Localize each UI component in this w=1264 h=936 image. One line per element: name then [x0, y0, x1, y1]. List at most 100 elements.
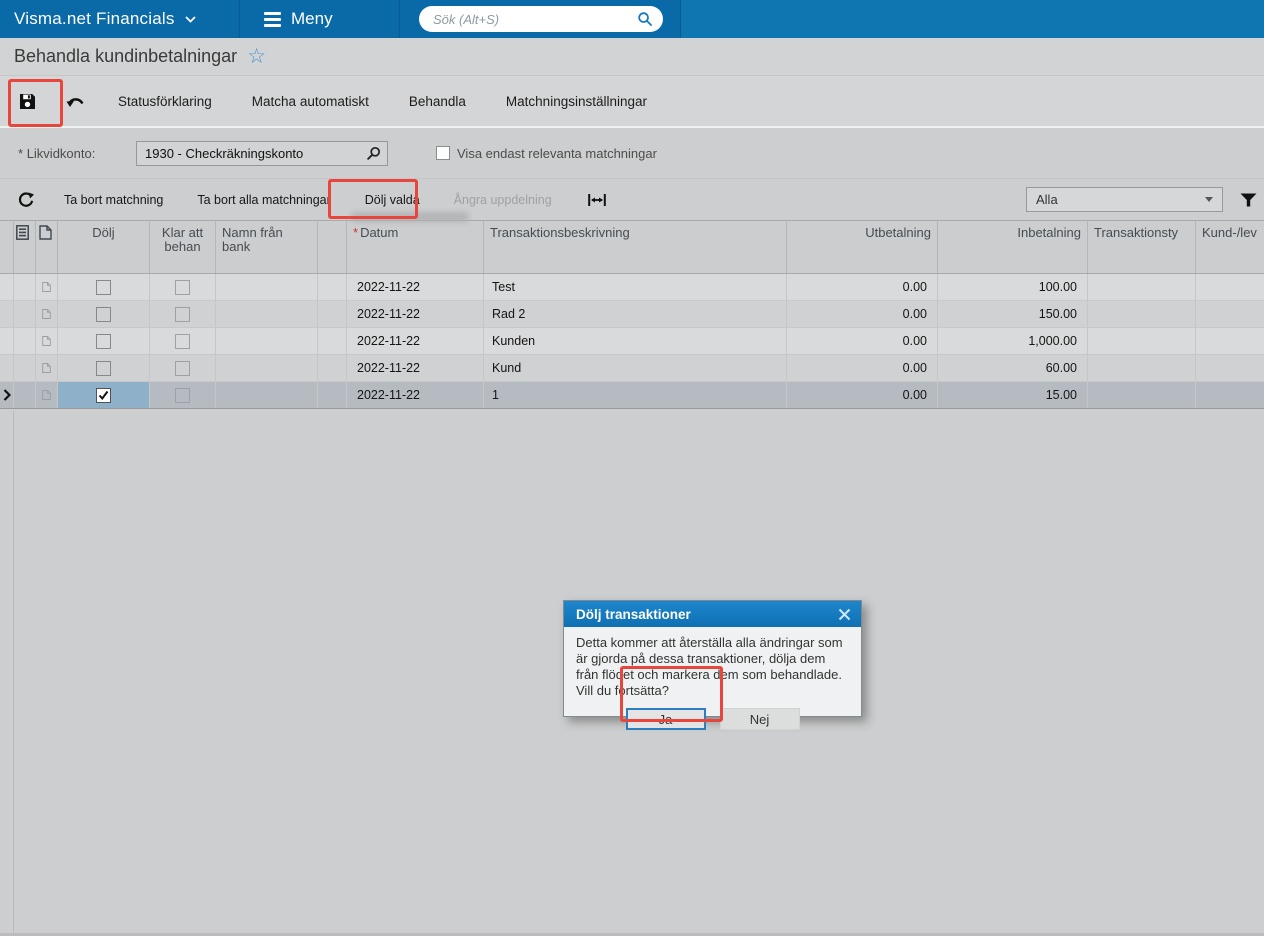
kundlev-cell[interactable] — [1196, 274, 1264, 300]
utbetalning-cell[interactable]: 0.00 — [787, 328, 938, 354]
favorite-star-icon[interactable]: ☆ — [247, 46, 266, 67]
view-filter-select[interactable]: Alla — [1026, 187, 1223, 212]
utbetalning-cell[interactable]: 0.00 — [787, 382, 938, 408]
namn-fran-bank-cell[interactable] — [216, 328, 318, 354]
klar-checkbox-cell[interactable] — [150, 382, 216, 408]
dolj-checkbox-cell[interactable] — [58, 382, 150, 408]
namn-fran-bank-cell[interactable] — [216, 382, 318, 408]
transaktionstyp-cell[interactable] — [1088, 355, 1196, 381]
klar-checkbox-cell[interactable] — [150, 328, 216, 354]
dolj-checkbox-cell[interactable] — [58, 328, 150, 354]
dialog-title-bar[interactable]: Dölj transaktioner — [564, 601, 861, 627]
beskrivning-cell[interactable]: Kunden — [484, 328, 787, 354]
table-row[interactable]: 2022-11-22 Rad 2 0.00 150.00 — [0, 301, 1264, 328]
column-header-inbetalning[interactable]: Inbetalning — [938, 221, 1088, 273]
column-header-namn[interactable]: Namn från bank — [216, 221, 318, 273]
row-file-cell[interactable] — [36, 382, 58, 408]
main-menu-button[interactable]: Meny — [240, 0, 400, 38]
datum-cell[interactable]: 2022-11-22 — [347, 355, 484, 381]
table-row[interactable]: 2022-11-22 Kund 0.00 60.00 — [0, 355, 1264, 382]
behandla-button[interactable]: Behandla — [395, 86, 480, 116]
likvidkonto-field[interactable]: 1930 - Checkräkningskonto — [136, 140, 388, 166]
column-header-dolj[interactable]: Dölj — [58, 221, 150, 273]
dialog-no-button[interactable]: Nej — [719, 708, 800, 730]
utbetalning-cell[interactable]: 0.00 — [787, 355, 938, 381]
namn-fran-bank-cell[interactable] — [216, 301, 318, 327]
undo-button[interactable] — [54, 77, 98, 125]
kundlev-cell[interactable] — [1196, 328, 1264, 354]
dolj-checkbox-cell[interactable] — [58, 355, 150, 381]
dolj-checkbox[interactable] — [96, 387, 111, 403]
transaktionstyp-cell[interactable] — [1088, 382, 1196, 408]
row-notes-cell[interactable] — [14, 328, 36, 354]
namn-fran-bank-cell[interactable] — [216, 274, 318, 300]
utbetalning-cell[interactable]: 0.00 — [787, 301, 938, 327]
datum-cell[interactable]: 2022-11-22 — [347, 382, 484, 408]
column-header-klar[interactable]: Klar att behan — [150, 221, 216, 273]
kundlev-cell[interactable] — [1196, 355, 1264, 381]
kundlev-cell[interactable] — [1196, 301, 1264, 327]
matcha-automatiskt-button[interactable]: Matcha automatiskt — [238, 86, 383, 116]
beskrivning-cell[interactable]: Test — [484, 274, 787, 300]
search-icon[interactable] — [637, 11, 653, 27]
row-file-cell[interactable] — [36, 328, 58, 354]
kundlev-cell[interactable] — [1196, 382, 1264, 408]
datum-cell[interactable]: 2022-11-22 — [347, 274, 484, 300]
row-selector-gutter[interactable] — [0, 301, 14, 327]
inbetalning-cell[interactable]: 15.00 — [938, 382, 1088, 408]
dolj-checkbox[interactable] — [96, 360, 111, 376]
row-selector-gutter[interactable] — [0, 382, 14, 408]
klar-checkbox[interactable] — [175, 333, 190, 349]
column-header-utbetalning[interactable]: Utbetalning — [787, 221, 938, 273]
files-column-header[interactable] — [36, 221, 58, 273]
datum-cell[interactable]: 2022-11-22 — [347, 301, 484, 327]
column-header-kundlev[interactable]: Kund-/lev — [1196, 221, 1264, 273]
row-selector-gutter[interactable] — [0, 274, 14, 300]
dialog-close-button[interactable] — [838, 608, 851, 621]
brand-menu[interactable]: Visma.net Financials — [0, 0, 240, 38]
matchningsinstallningar-button[interactable]: Matchningsinställningar — [492, 86, 661, 116]
row-selector-gutter[interactable] — [0, 328, 14, 354]
inbetalning-cell[interactable]: 100.00 — [938, 274, 1088, 300]
row-notes-cell[interactable] — [14, 382, 36, 408]
inbetalning-cell[interactable]: 60.00 — [938, 355, 1088, 381]
ta-bort-alla-matchningar-button[interactable]: Ta bort alla matchningar — [185, 193, 342, 207]
klar-checkbox-cell[interactable] — [150, 355, 216, 381]
beskrivning-cell[interactable]: Rad 2 — [484, 301, 787, 327]
dolj-checkbox-cell[interactable] — [58, 301, 150, 327]
datum-cell[interactable]: 2022-11-22 — [347, 328, 484, 354]
table-row[interactable]: 2022-11-22 Kunden 0.00 1,000.00 — [0, 328, 1264, 355]
ta-bort-matchning-button[interactable]: Ta bort matchning — [52, 193, 175, 207]
row-notes-cell[interactable] — [14, 355, 36, 381]
namn-fran-bank-cell[interactable] — [216, 355, 318, 381]
dolj-checkbox-cell[interactable] — [58, 274, 150, 300]
table-row[interactable]: 2022-11-22 1 0.00 15.00 — [0, 382, 1264, 409]
refresh-button[interactable] — [0, 191, 52, 208]
dolj-checkbox[interactable] — [96, 333, 111, 349]
beskrivning-cell[interactable]: 1 — [484, 382, 787, 408]
row-notes-cell[interactable] — [14, 301, 36, 327]
save-button[interactable] — [0, 77, 54, 125]
transaktionstyp-cell[interactable] — [1088, 274, 1196, 300]
transaktionstyp-cell[interactable] — [1088, 301, 1196, 327]
relevant-matches-checkbox[interactable] — [436, 146, 450, 160]
utbetalning-cell[interactable]: 0.00 — [787, 274, 938, 300]
fit-to-width-button[interactable] — [587, 193, 606, 207]
klar-checkbox[interactable] — [175, 360, 190, 376]
row-file-cell[interactable] — [36, 355, 58, 381]
lookup-magnifier-icon[interactable] — [367, 146, 381, 160]
table-row[interactable]: 2022-11-22 Test 0.00 100.00 — [0, 274, 1264, 301]
column-header-transaktionstyp[interactable]: Transaktionsty — [1088, 221, 1196, 273]
dolj-checkbox[interactable] — [96, 279, 111, 295]
klar-checkbox[interactable] — [175, 387, 190, 403]
klar-checkbox-cell[interactable] — [150, 274, 216, 300]
search-box[interactable] — [419, 6, 663, 32]
transaktionstyp-cell[interactable] — [1088, 328, 1196, 354]
dialog-yes-button[interactable]: Ja — [625, 708, 706, 730]
klar-checkbox[interactable] — [175, 279, 190, 295]
relevant-matches-checkbox-group[interactable]: Visa endast relevanta matchningar — [436, 146, 657, 161]
dolj-valda-button[interactable]: Dölj valda — [353, 193, 432, 207]
filter-funnel-button[interactable] — [1240, 193, 1257, 207]
klar-checkbox-cell[interactable] — [150, 301, 216, 327]
row-notes-cell[interactable] — [14, 274, 36, 300]
